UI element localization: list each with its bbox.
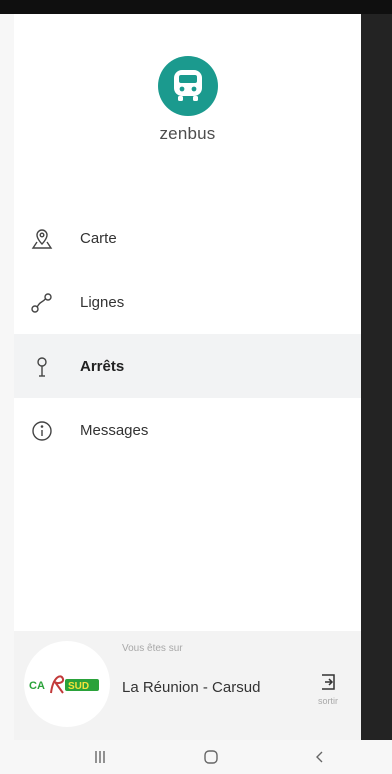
screen-edge [0, 14, 14, 740]
menu-label-messages: Messages [80, 421, 149, 439]
carsud-logo: CA SUD [24, 641, 110, 727]
menu-item-messages[interactable]: Messages [14, 398, 361, 462]
home-icon [204, 750, 218, 764]
network-card: CA SUD Vous êtes sur La Réunion - Carsud… [14, 631, 361, 740]
navigation-drawer: zenbus Carte Lignes Arrêts Messages CA S… [14, 14, 361, 740]
map-pin-icon [30, 227, 54, 251]
back-button[interactable] [290, 740, 350, 774]
status-bar [0, 0, 392, 14]
network-caption: Vous êtes sur [122, 643, 183, 654]
menu-label-carte: Carte [80, 229, 117, 247]
recent-apps-icon [95, 751, 105, 763]
exit-icon [322, 674, 335, 690]
svg-text:SUD: SUD [68, 681, 89, 692]
drawer-scrim[interactable] [361, 14, 392, 740]
back-icon [316, 751, 323, 763]
zenbus-logo-icon [157, 56, 218, 116]
menu-item-lignes[interactable]: Lignes [14, 270, 361, 334]
bus-stop-icon [30, 355, 54, 379]
menu-label-arrets: Arrêts [80, 357, 125, 375]
info-icon [30, 419, 54, 443]
drawer-menu: Carte Lignes Arrêts Messages [14, 206, 361, 462]
menu-label-lignes: Lignes [80, 293, 125, 311]
exit-button[interactable]: sortir [310, 673, 346, 719]
route-icon [30, 291, 54, 315]
menu-item-arrets[interactable]: Arrêts [14, 334, 361, 398]
svg-text:CA: CA [29, 680, 45, 692]
exit-label: sortir [318, 696, 338, 706]
recent-apps-button[interactable] [70, 740, 130, 774]
menu-item-carte[interactable]: Carte [14, 206, 361, 270]
network-name: La Réunion - Carsud [122, 679, 261, 696]
home-button[interactable] [181, 740, 241, 774]
app-name: zenbus [159, 124, 216, 143]
app-branding: zenbus [14, 56, 361, 144]
system-nav-bar [0, 740, 392, 774]
